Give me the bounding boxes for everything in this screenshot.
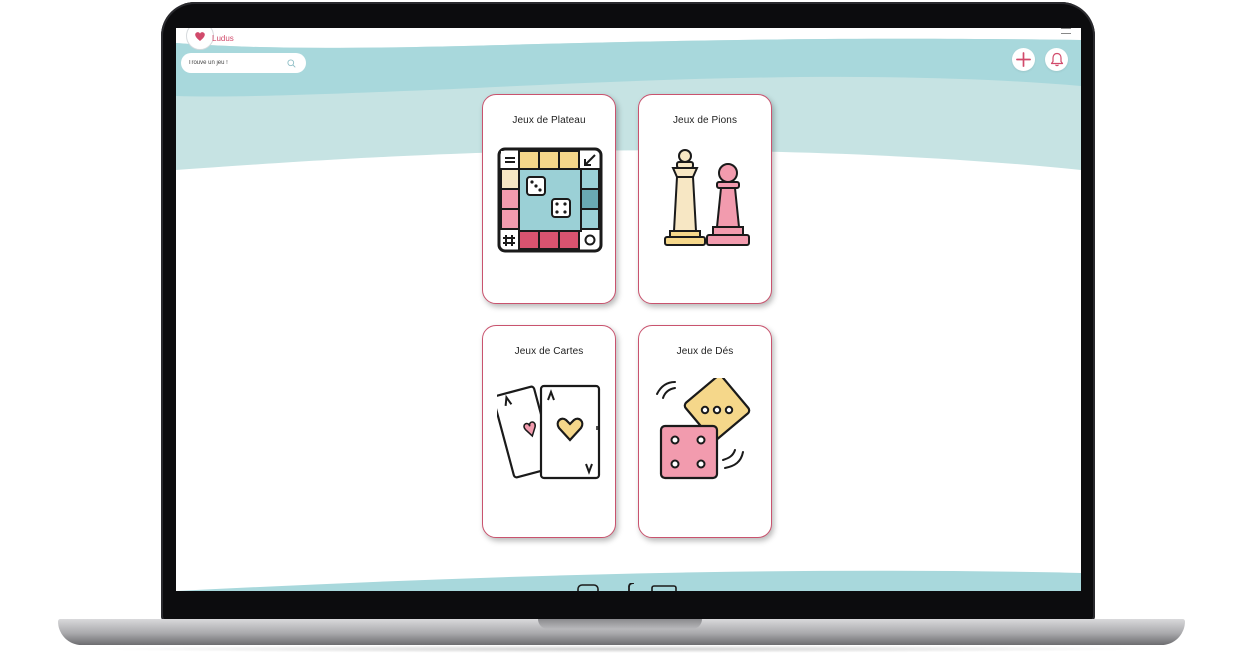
search-icon[interactable] <box>287 58 296 68</box>
brand-name: Ludus <box>212 34 234 43</box>
chess-pieces-icon <box>664 149 750 246</box>
card-title: Jeux de Dés <box>676 346 734 357</box>
board-game-icon <box>497 147 603 253</box>
bell-icon <box>1050 52 1063 67</box>
card-title: Jeux de Cartes <box>514 346 584 357</box>
add-button[interactable] <box>1012 48 1035 71</box>
instagram-icon <box>577 584 599 591</box>
header-waves <box>176 38 1081 591</box>
facebook-icon <box>628 583 635 591</box>
notifications-button[interactable] <box>1045 48 1068 71</box>
card-title: Jeux de Plateau <box>512 115 586 126</box>
category-card-cartes[interactable]: Jeux de Cartes <box>482 325 616 538</box>
mail-icon <box>651 585 677 591</box>
search-input[interactable] <box>188 60 268 66</box>
app-screen: Ludus Jeux de Plateau <box>176 28 1081 591</box>
playing-cards-icon <box>497 384 601 480</box>
footer-social-icons <box>577 583 677 591</box>
plus-icon <box>1016 52 1031 67</box>
category-card-pions[interactable]: Jeux de Pions <box>638 94 772 304</box>
dice-icon <box>656 378 751 480</box>
card-title: Jeux de Pions <box>672 115 738 126</box>
search-bar[interactable] <box>181 53 306 73</box>
laptop-shadow <box>80 645 1160 653</box>
heart-logo-icon <box>195 32 205 41</box>
laptop-notch <box>538 619 702 629</box>
category-card-des[interactable]: Jeux de Dés <box>638 325 772 538</box>
category-card-plateau[interactable]: Jeux de Plateau <box>482 94 616 304</box>
hamburger-icon[interactable] <box>1061 28 1071 34</box>
